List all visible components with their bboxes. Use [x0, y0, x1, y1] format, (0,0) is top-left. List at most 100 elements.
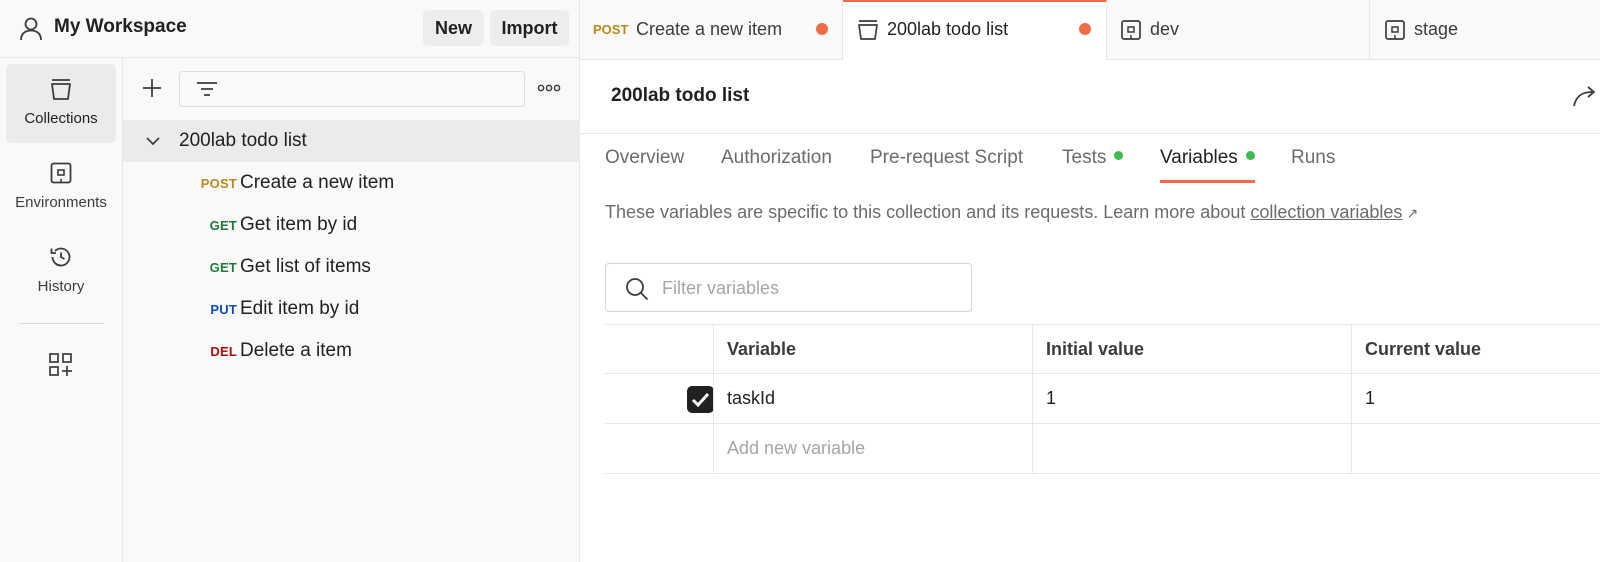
sidebar-item-label: Environments [15, 194, 107, 211]
tab-runs[interactable]: Runs [1291, 147, 1335, 183]
add-variable-placeholder: Add new variable [727, 438, 866, 458]
empty-cell[interactable] [1032, 424, 1351, 473]
add-apps-icon[interactable] [47, 351, 75, 379]
method-badge: GET [209, 260, 237, 275]
header-label: Variable [727, 339, 797, 359]
table-row: taskId 1 1 [605, 374, 1600, 424]
subtab-label: Runs [1291, 147, 1336, 168]
current-value: 1 [1365, 388, 1376, 408]
initial-value: 1 [1046, 388, 1057, 408]
table-header: Variable Initial value Current value [605, 324, 1600, 374]
collections-tree: 200lab todo list POST Create a new item … [123, 58, 580, 562]
tab-tests[interactable]: Tests [1062, 147, 1124, 183]
helper-body: These variables are specific to this col… [605, 202, 1246, 222]
unsaved-dot [1079, 23, 1091, 35]
request-name: Create a new item [240, 172, 395, 193]
header-cell: Current value [1351, 325, 1600, 373]
share-icon[interactable] [1572, 82, 1600, 110]
environment-icon [1121, 20, 1141, 40]
tab-label: stage [1414, 19, 1459, 39]
tab-stage[interactable]: stage [1370, 0, 1600, 60]
method-badge: GET [209, 218, 237, 233]
subtab-label: Variables [1160, 147, 1238, 168]
filter-icon [197, 82, 217, 96]
tab-variables[interactable]: Variables [1160, 147, 1255, 183]
tab-method-badge: POST [593, 22, 629, 37]
request-item[interactable]: GET Get list of items [123, 246, 580, 288]
environment-icon [1385, 20, 1405, 40]
header-cell: Initial value [1032, 325, 1351, 373]
status-dot [1245, 151, 1255, 161]
request-item[interactable]: GET Get item by id [123, 204, 580, 246]
empty-cell[interactable] [1351, 424, 1600, 473]
plus-icon[interactable] [140, 76, 164, 100]
tab-collection[interactable]: 200lab todo list [843, 0, 1107, 61]
sidebar-rail: Collections Environments History [0, 58, 123, 562]
workspace-header: My Workspace New Import [0, 0, 580, 58]
workspace-title[interactable]: My Workspace [54, 16, 187, 38]
tab-authorization[interactable]: Authorization [721, 147, 832, 183]
more-icon[interactable] [537, 78, 561, 98]
chevron-down-icon[interactable] [145, 133, 161, 149]
search-icon [626, 278, 649, 301]
request-item[interactable]: POST Create a new item [123, 162, 580, 204]
collections-icon [51, 79, 71, 100]
import-button[interactable]: Import [490, 10, 569, 46]
left-pane: My Workspace New Import Collections Envi… [0, 0, 580, 562]
history-icon [50, 247, 71, 267]
sidebar-item-label: History [37, 278, 85, 295]
request-name: Edit item by id [240, 298, 360, 319]
helper-text: These variables are specific to this col… [605, 202, 1418, 223]
add-variable-cell[interactable]: Add new variable [713, 424, 1032, 473]
request-item[interactable]: DEL Delete a item [123, 330, 580, 372]
subtab-label: Pre-request Script [870, 147, 1024, 168]
external-link-icon[interactable]: ↗ [1406, 205, 1418, 221]
tab-dev[interactable]: dev [1107, 0, 1370, 60]
subtab-label: Authorization [721, 147, 832, 168]
unsaved-dot [816, 23, 828, 35]
method-badge: POST [200, 176, 237, 191]
check-icon [691, 392, 710, 408]
tree-search-input[interactable] [179, 71, 525, 107]
sidebar-item-label: Collections [24, 110, 98, 127]
filter-variables-input[interactable] [662, 274, 962, 302]
initial-value-cell[interactable]: 1 [1032, 374, 1351, 423]
collection-row[interactable]: 200lab todo list [123, 120, 580, 162]
tab-label: 200lab todo list [887, 19, 1009, 39]
tab-create-item[interactable]: POST Create a new item [580, 0, 843, 60]
collection-variables-link[interactable]: collection variables [1250, 202, 1402, 222]
header-divider [580, 133, 1600, 134]
rail-divider [19, 323, 104, 324]
new-button[interactable]: New [423, 10, 484, 46]
variable-name: taskId [727, 388, 776, 408]
method-badge: DEL [210, 344, 237, 359]
collection-name: 200lab todo list [179, 130, 307, 151]
method-badge: PUT [210, 302, 237, 317]
request-name: Get list of items [240, 256, 371, 277]
subtab-label: Overview [605, 147, 685, 168]
enabled-checkbox[interactable] [687, 386, 714, 413]
subtab-label: Tests [1062, 147, 1107, 168]
main-content: 200lab todo list Overview Authorization … [580, 60, 1600, 562]
variable-cell[interactable]: taskId [713, 374, 1032, 423]
collection-icon [858, 20, 878, 40]
request-name: Get item by id [240, 214, 358, 235]
tab-label: Create a new item [636, 19, 783, 39]
sidebar-item-environments[interactable]: Environments [6, 148, 116, 227]
header-cell: Variable [713, 325, 1032, 373]
tree-toolbar [123, 58, 580, 120]
sidebar-item-collections[interactable]: Collections [6, 64, 116, 143]
tab-label: dev [1150, 19, 1180, 39]
request-item[interactable]: PUT Edit item by id [123, 288, 580, 330]
tab-bar: POST Create a new item 200lab todo list … [580, 0, 1600, 61]
user-icon[interactable] [18, 16, 44, 42]
header-label: Current value [1365, 339, 1482, 359]
status-dot [1114, 151, 1124, 161]
page-title: 200lab todo list [611, 85, 750, 106]
current-value-cell[interactable]: 1 [1351, 374, 1600, 423]
table-row: Add new variable [605, 424, 1600, 474]
sidebar-item-history[interactable]: History [6, 232, 116, 311]
filter-variables-field[interactable] [605, 263, 972, 312]
tab-overview[interactable]: Overview [605, 147, 684, 183]
tab-pre-request-script[interactable]: Pre-request Script [870, 147, 1023, 183]
